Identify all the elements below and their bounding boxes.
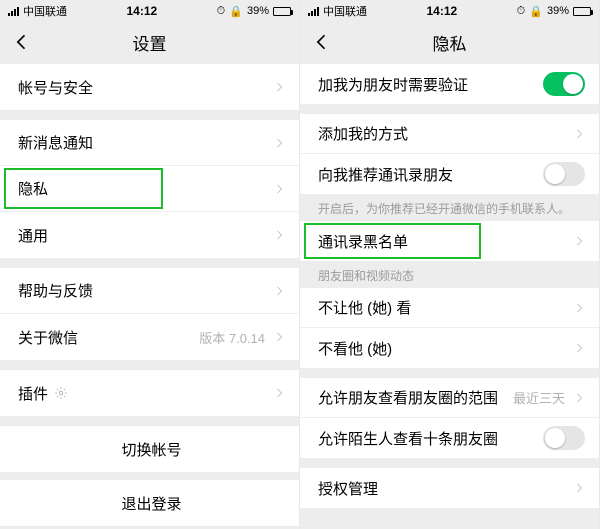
chevron-right-icon	[573, 235, 585, 247]
row-logout[interactable]: 退出登录	[0, 480, 299, 526]
row-label: 退出登录	[121, 493, 181, 514]
row-label: 向我推荐通讯录朋友	[318, 164, 453, 185]
battery-percent: 39%	[547, 5, 569, 17]
row-label: 授权管理	[318, 478, 378, 499]
moments-range-value: 最近三天	[513, 388, 565, 407]
row-auth-management[interactable]: 授权管理	[300, 468, 599, 508]
row-plugins[interactable]: 插件	[0, 370, 299, 416]
row-label: 插件	[18, 383, 48, 404]
row-notifications[interactable]: 新消息通知	[0, 120, 299, 166]
chevron-right-icon	[273, 229, 285, 241]
battery-icon	[573, 7, 591, 16]
nav-bar: 设置	[0, 22, 299, 62]
chevron-right-icon	[573, 342, 585, 354]
chevron-right-icon	[573, 482, 585, 494]
row-dont-see-them[interactable]: 不看他 (她)	[300, 328, 599, 368]
row-label: 允许陌生人查看十条朋友圈	[318, 428, 498, 449]
page-title: 设置	[0, 30, 299, 55]
battery-percent: 39%	[247, 5, 269, 17]
battery-icon	[273, 7, 291, 16]
row-label: 加我为朋友时需要验证	[318, 74, 468, 95]
row-label: 帮助与反馈	[18, 280, 93, 301]
alarm-icon: ⏱	[517, 5, 526, 18]
row-add-methods[interactable]: 添加我的方式	[300, 114, 599, 154]
chevron-right-icon	[273, 81, 285, 93]
carrier-label: 中国联通	[23, 3, 67, 19]
chevron-right-icon	[273, 285, 285, 297]
row-recommend-contacts[interactable]: 向我推荐通讯录朋友	[300, 154, 599, 194]
row-label: 关于微信	[18, 327, 78, 348]
row-label: 不看他 (她)	[318, 338, 392, 359]
carrier-label: 中国联通	[323, 3, 367, 19]
status-bar: 中国联通 14:12 ⏱ 🔒 39%	[0, 0, 299, 22]
hint-recommend: 开启后，为你推荐已经开通微信的手机联系人。	[300, 194, 599, 221]
row-help-feedback[interactable]: 帮助与反馈	[0, 268, 299, 314]
row-label: 通讯录黑名单	[318, 231, 408, 252]
row-switch-account[interactable]: 切换帐号	[0, 426, 299, 472]
alarm-icon: ⏱	[217, 5, 226, 18]
page-title: 隐私	[300, 30, 599, 55]
row-friend-verify[interactable]: 加我为朋友时需要验证	[300, 64, 599, 104]
chevron-right-icon	[573, 128, 585, 140]
row-about-wechat[interactable]: 关于微信 版本 7.0.14	[0, 314, 299, 360]
chevron-right-icon	[573, 392, 585, 404]
signal-bars-icon	[8, 7, 19, 16]
row-label: 帐号与安全	[18, 77, 93, 98]
nav-bar: 隐私	[300, 22, 599, 62]
status-bar: 中国联通 14:12 ⏱ 🔒 39%	[300, 0, 599, 22]
chevron-right-icon	[273, 137, 285, 149]
toggle-recommend-contacts[interactable]	[543, 162, 585, 186]
toggle-stranger-ten[interactable]	[543, 426, 585, 450]
row-label: 新消息通知	[18, 132, 93, 153]
row-contacts-blacklist[interactable]: 通讯录黑名单	[300, 221, 599, 261]
row-label: 不让他 (她) 看	[318, 297, 411, 318]
lock-icon: 🔒	[529, 5, 543, 18]
chevron-right-icon	[273, 387, 285, 399]
row-label: 隐私	[18, 178, 48, 199]
status-clock: 14:12	[126, 4, 157, 18]
row-moments-range[interactable]: 允许朋友查看朋友圈的范围 最近三天	[300, 378, 599, 418]
row-label: 允许朋友查看朋友圈的范围	[318, 387, 498, 408]
row-privacy[interactable]: 隐私	[0, 166, 299, 212]
row-stranger-ten-posts[interactable]: 允许陌生人查看十条朋友圈	[300, 418, 599, 458]
section-header-moments: 朋友圈和视频动态	[300, 261, 599, 288]
chevron-right-icon	[573, 302, 585, 314]
signal-bars-icon	[308, 7, 319, 16]
lock-icon: 🔒	[229, 5, 243, 18]
chevron-right-icon	[273, 183, 285, 195]
row-general[interactable]: 通用	[0, 212, 299, 258]
chevron-right-icon	[273, 331, 285, 343]
row-label: 切换帐号	[121, 439, 181, 460]
row-block-them-seeing[interactable]: 不让他 (她) 看	[300, 288, 599, 328]
row-label: 通用	[18, 225, 48, 246]
version-text: 版本 7.0.14	[199, 328, 265, 347]
row-account-security[interactable]: 帐号与安全	[0, 64, 299, 110]
toggle-friend-verify[interactable]	[543, 72, 585, 96]
row-label: 添加我的方式	[318, 123, 408, 144]
gear-icon	[54, 386, 68, 400]
status-clock: 14:12	[426, 4, 457, 18]
